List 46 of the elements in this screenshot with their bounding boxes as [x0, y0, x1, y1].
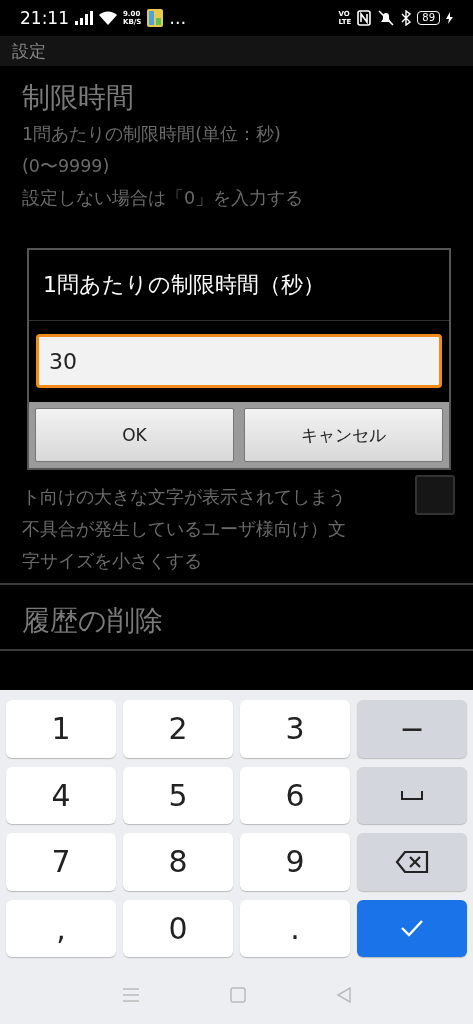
screen-title: 設定 — [12, 39, 46, 63]
keyboard-key[interactable]: 5 — [123, 766, 233, 824]
dialog-title: 1問あたりの制限時間（秒） — [29, 250, 449, 321]
app-icon — [147, 9, 164, 27]
input-field[interactable]: 30 — [36, 334, 442, 388]
settings-item[interactable]: 履歴の削除 — [0, 585, 473, 651]
setting-title: 履歴の削除 — [22, 603, 164, 639]
keyboard-key[interactable]: − — [357, 700, 467, 758]
keyboard-key[interactable]: 8 — [123, 833, 233, 891]
keyboard-key[interactable]: 3 — [240, 700, 350, 758]
keyboard-key[interactable] — [357, 833, 467, 891]
keyboard-key[interactable]: 6 — [240, 766, 350, 824]
nfc-icon — [357, 10, 372, 26]
setting-description: 設定しない場合は「0」を入力する — [22, 187, 305, 210]
setting-description: 不具合が発生しているユーザ様向け）文 — [22, 518, 347, 541]
clock: 21:11 — [20, 8, 69, 28]
muted-bell-icon — [377, 10, 396, 26]
ok-button[interactable]: OK — [35, 408, 234, 462]
battery-level: 89 — [417, 11, 440, 25]
setting-description: 1問あたりの制限時間(単位：秒) — [22, 123, 282, 146]
keyboard-key[interactable]: 0 — [123, 899, 233, 957]
back-icon[interactable] — [335, 986, 352, 1003]
keyboard-key[interactable]: 9 — [240, 833, 350, 891]
setting-title: 制限時間 — [22, 80, 135, 116]
checkbox[interactable] — [415, 475, 455, 515]
setting-description: ト向けの大きな文字が表示されてしまう — [22, 486, 347, 509]
menu-icon[interactable] — [121, 987, 140, 1002]
keyboard-key[interactable]: . — [240, 899, 350, 957]
charging-icon — [446, 12, 453, 24]
backspace-icon — [395, 849, 429, 874]
signal-icon — [75, 11, 93, 25]
keyboard-key[interactable]: 7 — [6, 833, 116, 891]
space-icon — [401, 789, 423, 802]
keyboard-key[interactable]: 4 — [6, 766, 116, 824]
check-icon — [400, 919, 424, 938]
keyboard-key[interactable]: 2 — [123, 700, 233, 758]
keyboard-key[interactable]: 1 — [6, 700, 116, 758]
settings-item[interactable]: 制限時間 1問あたりの制限時間(単位：秒) (0〜9999) 設定しない場合は「0」を入力する — [0, 66, 473, 222]
home-icon[interactable] — [229, 986, 246, 1003]
setting-description: 字サイズを小さくする — [22, 550, 203, 573]
setting-description: (0〜9999) — [22, 155, 111, 178]
cancel-button[interactable]: キャンセル — [244, 408, 443, 462]
bluetooth-icon — [401, 10, 412, 26]
wifi-icon — [99, 11, 117, 25]
keyboard-key[interactable]: , — [6, 899, 116, 957]
more-notifications: … — [169, 8, 187, 28]
